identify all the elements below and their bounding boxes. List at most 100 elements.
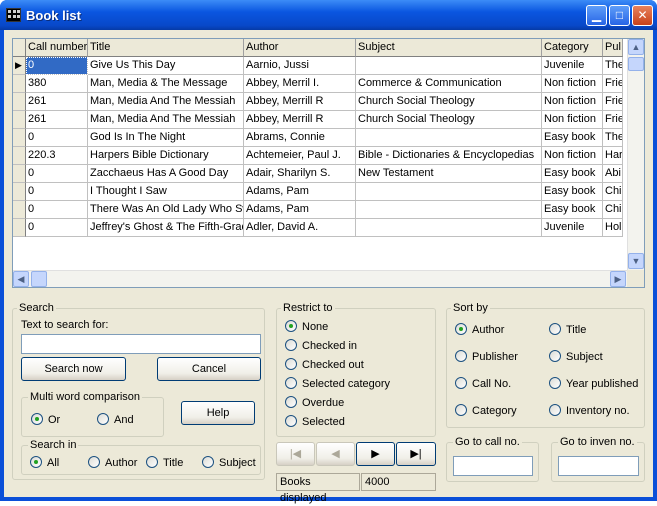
- cell-call-number[interactable]: 0: [26, 201, 88, 219]
- radio-or[interactable]: Or: [31, 412, 60, 428]
- cell-author[interactable]: Adams, Pam: [244, 201, 356, 219]
- cell-author[interactable]: Adair, Sharilyn S.: [244, 165, 356, 183]
- cell-publisher[interactable]: Frie: [603, 111, 623, 129]
- cell-title[interactable]: Harpers Bible Dictionary: [88, 147, 244, 165]
- radio-and[interactable]: And: [97, 412, 134, 428]
- horizontal-scroll-thumb[interactable]: [31, 271, 47, 287]
- cell-author[interactable]: Abrams, Connie: [244, 129, 356, 147]
- cell-publisher[interactable]: Abi: [603, 165, 623, 183]
- radio-sort-subject[interactable]: Subject: [549, 349, 603, 365]
- row-indicator[interactable]: [13, 93, 26, 111]
- cell-call-number[interactable]: 0: [26, 219, 88, 237]
- cell-author[interactable]: Abbey, Merril I.: [244, 75, 356, 93]
- cell-author[interactable]: Aarnio, Jussi: [244, 57, 356, 75]
- cell-call-number[interactable]: 261: [26, 111, 88, 129]
- cell-title[interactable]: Zacchaeus Has A Good Day: [88, 165, 244, 183]
- table-row[interactable]: 261 Man, Media And The Messiah Abbey, Merr…: [13, 93, 623, 111]
- cell-author[interactable]: Abbey, Merrill R: [244, 93, 356, 111]
- table-row[interactable]: ▶ 0 Give Us This Day Aarnio, Jussi Juvenile T…: [13, 57, 623, 75]
- scroll-down-button[interactable]: ▼: [628, 253, 644, 269]
- cell-author[interactable]: Achtemeier, Paul J.: [244, 147, 356, 165]
- cell-call-number[interactable]: 0: [26, 165, 88, 183]
- column-header-subject[interactable]: Subject: [356, 39, 542, 57]
- column-header-title[interactable]: Title: [88, 39, 244, 57]
- cell-category[interactable]: Non fiction: [542, 75, 603, 93]
- radio-restrict-overdue[interactable]: Overdue: [285, 395, 344, 411]
- horizontal-scrollbar[interactable]: ◀ ▶: [13, 270, 628, 287]
- goto-call-input[interactable]: [453, 456, 533, 476]
- cell-author[interactable]: Adams, Pam: [244, 183, 356, 201]
- radio-restrict-none[interactable]: None: [285, 319, 328, 335]
- cell-subject[interactable]: Bible - Dictionaries & Encyclopedias: [356, 147, 542, 165]
- row-indicator[interactable]: ▶: [13, 57, 26, 75]
- help-button[interactable]: Help: [181, 401, 255, 425]
- cell-title[interactable]: Man, Media And The Messiah: [88, 93, 244, 111]
- title-bar[interactable]: Book list ▁ □ ✕: [0, 0, 657, 30]
- maximize-button[interactable]: □: [609, 5, 630, 26]
- row-indicator[interactable]: [13, 219, 26, 237]
- cell-publisher[interactable]: Frie: [603, 75, 623, 93]
- column-header-call-number[interactable]: Call number: [26, 39, 88, 57]
- row-indicator[interactable]: [13, 111, 26, 129]
- row-indicator[interactable]: [13, 147, 26, 165]
- radio-search-title[interactable]: Title: [146, 455, 183, 471]
- cell-subject[interactable]: New Testament: [356, 165, 542, 183]
- cell-publisher[interactable]: Har: [603, 147, 623, 165]
- row-indicator[interactable]: [13, 183, 26, 201]
- close-button[interactable]: ✕: [632, 5, 653, 26]
- minimize-button[interactable]: ▁: [586, 5, 607, 26]
- radio-restrict-selected-category[interactable]: Selected category: [285, 376, 390, 392]
- radio-sort-year-published[interactable]: Year published: [549, 376, 638, 392]
- table-row[interactable]: 0There Was An Old Lady Who SwallowedAdam…: [13, 201, 623, 219]
- scroll-left-button[interactable]: ◀: [13, 271, 29, 287]
- next-record-button[interactable]: ▶: [356, 442, 395, 466]
- radio-search-all[interactable]: All: [30, 455, 59, 471]
- table-row[interactable]: 0 Zacchaeus Has A Good Day Adair, Sharilyn…: [13, 165, 623, 183]
- last-record-button[interactable]: ▶|: [396, 442, 436, 466]
- cell-publisher[interactable]: Frie: [603, 93, 623, 111]
- cell-subject[interactable]: Commerce & Communication: [356, 75, 542, 93]
- table-row[interactable]: 0 God Is In The Night Abrams, Connie Easy b…: [13, 129, 623, 147]
- cell-call-number[interactable]: 0: [26, 57, 88, 75]
- scroll-up-button[interactable]: ▲: [628, 39, 644, 55]
- book-grid[interactable]: Call number Title Author Subject Categor…: [12, 38, 645, 288]
- cell-title[interactable]: Jeffrey's Ghost & The Fifth-Grade: [88, 219, 244, 237]
- cell-title[interactable]: Man, Media And The Messiah: [88, 111, 244, 129]
- cell-title[interactable]: I Thought I Saw: [88, 183, 244, 201]
- table-row[interactable]: 380 Man, Media & The Message Abbey, Merril…: [13, 75, 623, 93]
- cell-call-number[interactable]: 0: [26, 183, 88, 201]
- radio-restrict-checked-out[interactable]: Checked out: [285, 357, 364, 373]
- cell-category[interactable]: Non fiction: [542, 147, 603, 165]
- search-now-button[interactable]: Search now: [21, 357, 126, 381]
- cell-title[interactable]: Man, Media & The Message: [88, 75, 244, 93]
- cell-publisher[interactable]: Hol: [603, 219, 623, 237]
- radio-search-subject[interactable]: Subject: [202, 455, 256, 471]
- cell-subject[interactable]: [356, 129, 542, 147]
- cell-category[interactable]: Easy book: [542, 129, 603, 147]
- previous-record-button[interactable]: ◀: [316, 442, 355, 466]
- cell-subject[interactable]: [356, 219, 542, 237]
- radio-restrict-checked-in[interactable]: Checked in: [285, 338, 357, 354]
- row-indicator[interactable]: [13, 129, 26, 147]
- radio-sort-author[interactable]: Author: [455, 322, 504, 338]
- cell-title[interactable]: Give Us This Day: [88, 57, 244, 75]
- cell-publisher[interactable]: Chi: [603, 201, 623, 219]
- row-indicator[interactable]: [13, 165, 26, 183]
- cell-subject[interactable]: Church Social Theology: [356, 111, 542, 129]
- scroll-right-button[interactable]: ▶: [610, 271, 626, 287]
- radio-sort-title[interactable]: Title: [549, 322, 586, 338]
- cell-publisher[interactable]: The: [603, 57, 623, 75]
- row-indicator[interactable]: [13, 75, 26, 93]
- cell-category[interactable]: Non fiction: [542, 111, 603, 129]
- cell-category[interactable]: Easy book: [542, 201, 603, 219]
- cell-author[interactable]: Adler, David A.: [244, 219, 356, 237]
- cell-call-number[interactable]: 0: [26, 129, 88, 147]
- table-row[interactable]: 261 Man, Media And The Messiah Abbey, Merr…: [13, 111, 623, 129]
- column-header-publisher[interactable]: Pul: [603, 39, 623, 57]
- vertical-scrollbar[interactable]: ▲ ▼: [627, 39, 644, 271]
- cell-subject[interactable]: Church Social Theology: [356, 93, 542, 111]
- cell-call-number[interactable]: 261: [26, 93, 88, 111]
- column-header-author[interactable]: Author: [244, 39, 356, 57]
- cell-category[interactable]: Juvenile: [542, 219, 603, 237]
- table-row[interactable]: 0I Thought I Saw Adams, Pam Easy book Chi: [13, 183, 623, 201]
